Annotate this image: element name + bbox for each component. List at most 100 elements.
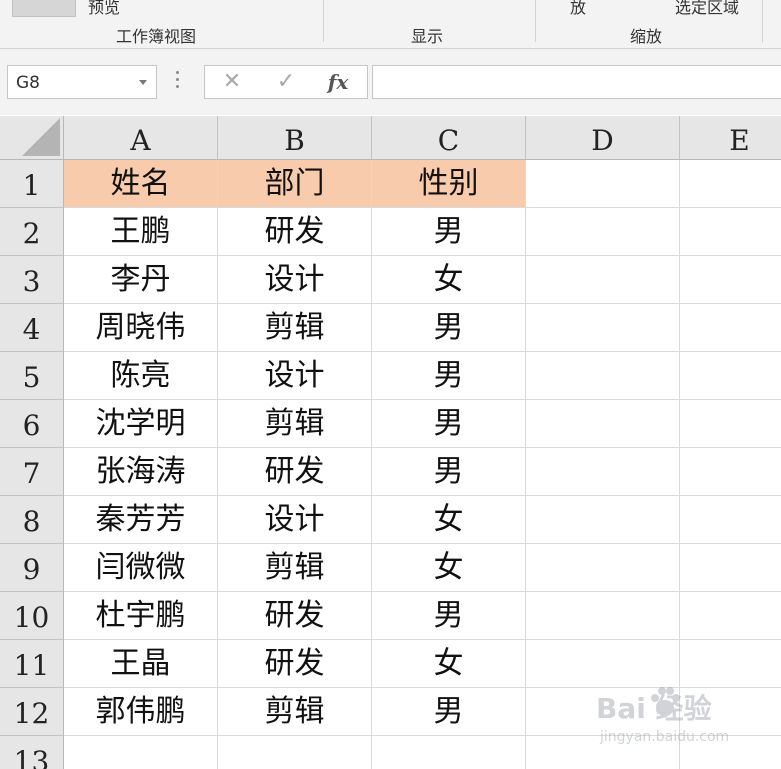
cell-c2[interactable]: 男 [372,208,526,256]
cell-a3[interactable]: 李丹 [64,256,218,304]
cell-a9[interactable]: 闫微微 [64,544,218,592]
cell-b1[interactable]: 部门 [218,160,372,208]
chevron-down-icon[interactable] [139,80,147,85]
row-header-6[interactable]: 6 [0,400,64,448]
cell-b8[interactable]: 设计 [218,496,372,544]
cell-a10[interactable]: 杜宇鹏 [64,592,218,640]
cell-b13[interactable] [218,736,372,769]
select-all-button[interactable] [0,116,64,160]
cell-c12[interactable]: 男 [372,688,526,736]
cell-d7[interactable] [526,448,680,496]
cell-b11[interactable]: 研发 [218,640,372,688]
ribbon: 预览 工作簿视图 显示 放 选定区域 缩放 [0,0,781,49]
row-header-9[interactable]: 9 [0,544,64,592]
cell-d10[interactable] [526,592,680,640]
cell-c1[interactable]: 性别 [372,160,526,208]
cell-c3[interactable]: 女 [372,256,526,304]
cell-c8[interactable]: 女 [372,496,526,544]
cell-c7[interactable]: 男 [372,448,526,496]
row-header-7[interactable]: 7 [0,448,64,496]
row-header-2[interactable]: 2 [0,208,64,256]
worksheet-grid[interactable]: A B C D E 1 姓名 部门 性别 2 王鹏 研发男 3 李丹 设计女 4 周晓伟 剪辑男 5 陈亮 设计男 6 沈学… [0,116,781,769]
cell-e6[interactable] [680,400,781,448]
cell-c4[interactable]: 男 [372,304,526,352]
cell-e10[interactable] [680,592,781,640]
select-all-triangle-icon [22,118,60,156]
formula-bar: G8 ✕ ✓ fx [0,49,781,115]
cell-e11[interactable] [680,640,781,688]
cancel-icon[interactable]: ✕ [219,70,245,94]
cell-c5[interactable]: 男 [372,352,526,400]
cell-d3[interactable] [526,256,680,304]
cell-a5[interactable]: 陈亮 [64,352,218,400]
formula-input[interactable] [372,65,781,99]
name-box-value[interactable]: G8 [16,73,40,93]
row-header-5[interactable]: 5 [0,352,64,400]
cell-d6[interactable] [526,400,680,448]
cell-e5[interactable] [680,352,781,400]
cell-a13[interactable] [64,736,218,769]
cell-c10[interactable]: 男 [372,592,526,640]
column-header-e[interactable]: E [680,116,781,160]
row-header-10[interactable]: 10 [0,592,64,640]
cell-b7[interactable]: 研发 [218,448,372,496]
row-header-11[interactable]: 11 [0,640,64,688]
cell-b2[interactable]: 研发 [218,208,372,256]
preview-thumbnail[interactable] [12,0,76,17]
row-header-12[interactable]: 12 [0,688,64,736]
column-header-a[interactable]: A [64,116,218,160]
row-header-1[interactable]: 1 [0,160,64,208]
cell-a4[interactable]: 周晓伟 [64,304,218,352]
cell-a6[interactable]: 沈学明 [64,400,218,448]
column-header-b[interactable]: B [218,116,372,160]
paw-logo-icon [651,687,680,716]
cell-b3[interactable]: 设计 [218,256,372,304]
cell-e8[interactable] [680,496,781,544]
cell-d11[interactable] [526,640,680,688]
preview-button-label[interactable]: 预览 [88,0,120,18]
row-header-4[interactable]: 4 [0,304,64,352]
cell-c6[interactable]: 男 [372,400,526,448]
zoom-button-label[interactable]: 放 [570,0,586,18]
name-box[interactable]: G8 [7,65,157,99]
cell-a7[interactable]: 张海涛 [64,448,218,496]
insert-function-icon[interactable]: fx [325,70,351,94]
cell-b12[interactable]: 剪辑 [218,688,372,736]
cell-e1[interactable] [680,160,781,208]
cell-b6[interactable]: 剪辑 [218,400,372,448]
cell-c13[interactable] [372,736,526,769]
zoom-to-selection-label[interactable]: 选定区域 [675,0,739,18]
cell-d5[interactable] [526,352,680,400]
cell-d4[interactable] [526,304,680,352]
cell-b10[interactable]: 研发 [218,592,372,640]
cell-c11[interactable]: 女 [372,640,526,688]
cell-a2[interactable]: 王鹏 [64,208,218,256]
row-header-3[interactable]: 3 [0,256,64,304]
cell-e9[interactable] [680,544,781,592]
ribbon-separator [535,0,536,42]
cell-b5[interactable]: 设计 [218,352,372,400]
cell-d9[interactable] [526,544,680,592]
row-header-8[interactable]: 8 [0,496,64,544]
ribbon-separator [323,0,324,42]
cell-e4[interactable] [680,304,781,352]
row-header-13[interactable]: 13 [0,736,64,769]
cell-a11[interactable]: 王晶 [64,640,218,688]
cell-a8[interactable]: 秦芳芳 [64,496,218,544]
cell-d1[interactable] [526,160,680,208]
cell-e7[interactable] [680,448,781,496]
cell-d2[interactable] [526,208,680,256]
cell-b9[interactable]: 剪辑 [218,544,372,592]
drag-handle-icon[interactable] [176,71,180,93]
cell-e3[interactable] [680,256,781,304]
cell-d8[interactable] [526,496,680,544]
cell-a12[interactable]: 郭伟鹏 [64,688,218,736]
group-label-zoom: 缩放 [630,27,663,46]
cell-e2[interactable] [680,208,781,256]
enter-icon[interactable]: ✓ [273,70,299,94]
column-header-c[interactable]: C [372,116,526,160]
column-header-d[interactable]: D [526,116,680,160]
cell-b4[interactable]: 剪辑 [218,304,372,352]
cell-c9[interactable]: 女 [372,544,526,592]
cell-a1[interactable]: 姓名 [64,160,218,208]
